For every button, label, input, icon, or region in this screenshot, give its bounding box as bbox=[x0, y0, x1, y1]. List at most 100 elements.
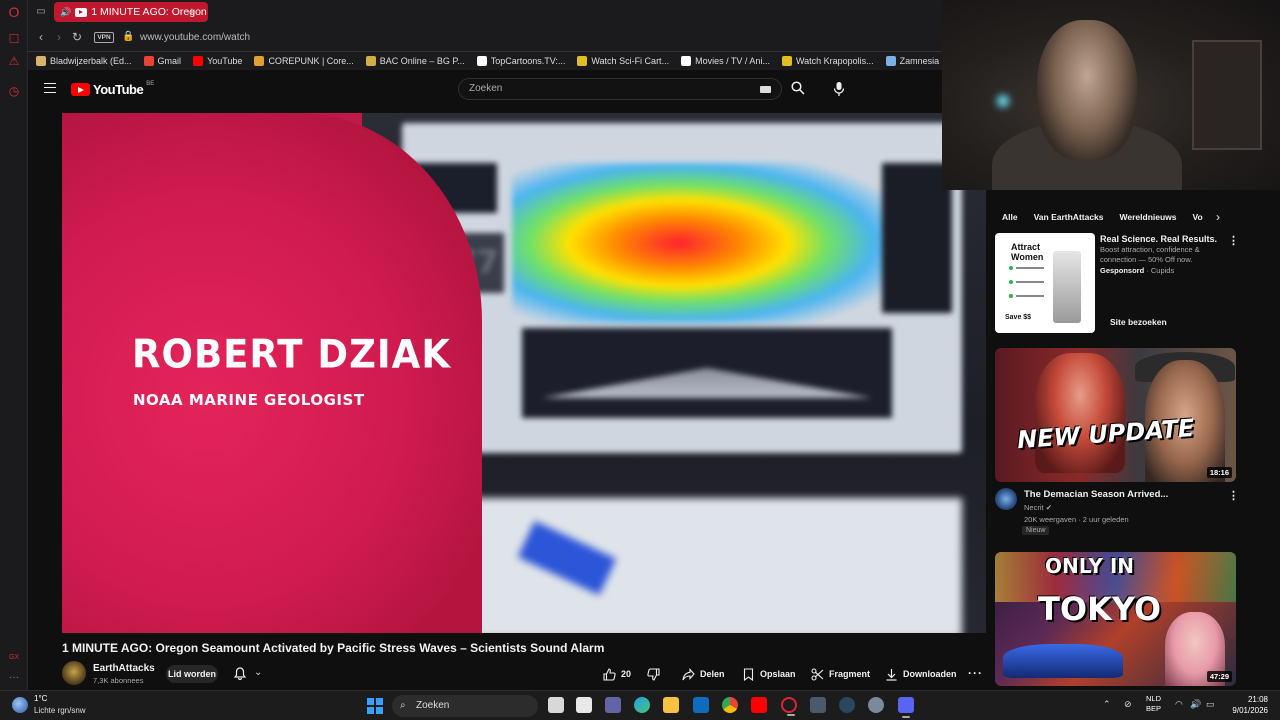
join-button[interactable]: Lid worden bbox=[166, 665, 218, 683]
gx-icon[interactable]: GX bbox=[7, 651, 21, 665]
workspace-icon[interactable]: ▭ bbox=[34, 5, 48, 19]
bookmark-item[interactable]: Bladwijzerbalk (Ed... bbox=[36, 56, 132, 66]
video-player[interactable]: 377 ROBERT DZIAK NOAA MARINE GEOLOGIST bbox=[62, 113, 986, 633]
video-thumbnail[interactable]: ONLY IN TOKYO 47:29 bbox=[995, 552, 1236, 686]
clip-button[interactable]: Fragment bbox=[811, 664, 870, 684]
bookmark-item[interactable]: COREPUNK | Core... bbox=[254, 56, 354, 66]
settings-icon[interactable] bbox=[868, 697, 884, 713]
chevron-down-icon[interactable]: ⌄ bbox=[254, 667, 262, 678]
task-view-icon[interactable] bbox=[548, 697, 564, 713]
ad-title[interactable]: Real Science. Real Results. bbox=[1100, 234, 1217, 244]
bookmark-item[interactable]: Watch Sci-Fi Cart... bbox=[577, 56, 669, 66]
search-icon[interactable] bbox=[791, 81, 805, 95]
filter-chip[interactable]: Vo bbox=[1193, 212, 1203, 222]
download-button[interactable]: Downloaden bbox=[885, 664, 957, 684]
tray-chevron-icon[interactable]: ⌃ bbox=[1103, 699, 1111, 710]
bookmark-item[interactable]: TopCartoons.TV:... bbox=[476, 56, 565, 66]
like-button[interactable]: 20 bbox=[603, 664, 631, 684]
opera-gx-icon[interactable] bbox=[781, 697, 797, 716]
bookmark-item[interactable]: YouTube bbox=[193, 56, 242, 66]
verified-icon: ✔ bbox=[1045, 503, 1052, 512]
bookmark-item[interactable]: BAC Online – BG P... bbox=[365, 56, 465, 66]
url-field[interactable]: www.youtube.com/watch bbox=[140, 32, 250, 43]
overlay-name: ROBERT DZIAK bbox=[132, 331, 451, 378]
weather-temperature[interactable]: 1°C bbox=[34, 694, 47, 703]
youtube-logo[interactable]: YouTube BE bbox=[71, 81, 154, 97]
share-label: Delen bbox=[700, 669, 725, 679]
ad-menu-icon[interactable]: ⋮ bbox=[1228, 234, 1239, 247]
taskbar-search[interactable]: ⌕ Zoeken bbox=[392, 695, 538, 717]
clock[interactable]: 21:08 9/01/2026 bbox=[1228, 694, 1268, 716]
filter-chip[interactable]: Van EarthAttacks bbox=[1034, 212, 1104, 222]
filter-chip[interactable]: Alle bbox=[1002, 212, 1018, 222]
language-indicator[interactable]: NLD BEP bbox=[1146, 694, 1161, 714]
teams-icon[interactable] bbox=[605, 697, 621, 713]
battery-icon[interactable]: ▭ bbox=[1206, 699, 1215, 710]
video-channel-name[interactable]: Necrit ✔ bbox=[1024, 503, 1052, 512]
bookmark-item[interactable]: Gmail bbox=[143, 56, 181, 66]
dislike-button[interactable] bbox=[647, 664, 660, 684]
clock-time: 21:08 bbox=[1247, 695, 1268, 704]
youtube-app-icon[interactable] bbox=[751, 697, 767, 713]
speaker-icon[interactable]: 🔊 bbox=[60, 7, 71, 18]
calculator-icon[interactable] bbox=[810, 697, 826, 713]
bookmark-item[interactable]: Movies / TV / Ani... bbox=[681, 56, 770, 66]
tab-active[interactable]: 🔊 1 MINUTE AGO: Oregon bbox=[54, 2, 208, 22]
volume-icon[interactable]: 🔊 bbox=[1190, 699, 1201, 710]
sponsored-label: Gesponsord bbox=[1100, 266, 1145, 275]
bookmark-item[interactable]: Watch Krapopolis... bbox=[781, 56, 874, 66]
ad-sponsored: Gesponsord · Cupids bbox=[1100, 266, 1174, 275]
video-channel-label: Necrit bbox=[1024, 503, 1044, 512]
bookmark-item[interactable]: Zamnesia | Het Be bbox=[885, 56, 942, 66]
more-icon[interactable]: ··· bbox=[7, 671, 21, 685]
filter-chips: Alle Van EarthAttacks Wereldnieuws Vo bbox=[1002, 208, 1203, 226]
ad-thumbnail[interactable]: Attract Women Save $$ bbox=[995, 233, 1095, 333]
lock-icon[interactable]: 🔒 bbox=[122, 31, 134, 42]
download-label: Downloaden bbox=[903, 669, 957, 679]
search-input[interactable]: Zoeken bbox=[458, 78, 782, 100]
share-button[interactable]: Delen bbox=[682, 664, 725, 684]
windows-start-icon[interactable] bbox=[367, 698, 383, 714]
forward-icon[interactable]: › bbox=[52, 30, 66, 44]
steam-icon[interactable] bbox=[839, 697, 855, 713]
network-icon[interactable]: ⊘ bbox=[1124, 699, 1132, 710]
wifi-icon[interactable]: ◠ bbox=[1175, 699, 1183, 710]
menu-icon[interactable] bbox=[44, 83, 56, 93]
aria-icon[interactable]: ⚠ bbox=[7, 54, 21, 68]
history-icon[interactable]: ◷ bbox=[7, 84, 21, 98]
weather-description[interactable]: Lichte rgn/snw bbox=[34, 706, 86, 715]
vpn-badge[interactable]: VPN bbox=[94, 32, 114, 43]
video-title-link[interactable]: The Demacian Season Arrived... bbox=[1024, 489, 1168, 500]
bell-icon[interactable] bbox=[234, 667, 246, 680]
opera-logo-icon[interactable]: O bbox=[7, 5, 21, 19]
reload-icon[interactable]: ↻ bbox=[70, 30, 84, 44]
tab-strip: ▭ 🔊 1 MINUTE AGO: Oregon + bbox=[28, 0, 942, 24]
store-icon[interactable] bbox=[576, 697, 592, 713]
video-thumbnail[interactable]: NEW UPDATE 18:16 bbox=[995, 348, 1236, 482]
play-icon bbox=[681, 56, 692, 66]
video-monitor-screen: 377 bbox=[402, 123, 962, 453]
bookmark-label: Watch Sci-Fi Cart... bbox=[591, 56, 670, 66]
channel-avatar[interactable] bbox=[995, 488, 1017, 510]
like-count: 20 bbox=[621, 669, 632, 679]
filter-chip[interactable]: Wereldnieuws bbox=[1120, 212, 1177, 222]
visit-site-button[interactable]: Site bezoeken bbox=[1102, 313, 1175, 331]
channel-avatar[interactable] bbox=[62, 661, 86, 685]
bag-icon[interactable]: ☐ bbox=[7, 32, 21, 46]
outlook-icon[interactable] bbox=[693, 697, 709, 713]
video-menu-icon[interactable]: ⋮ bbox=[1228, 489, 1239, 502]
new-tab-icon[interactable]: + bbox=[188, 4, 196, 19]
back-icon[interactable]: ‹ bbox=[34, 30, 48, 44]
weather-icon[interactable] bbox=[12, 697, 28, 713]
more-actions-icon[interactable]: ··· bbox=[968, 666, 983, 680]
channel-name[interactable]: EarthAttacks bbox=[93, 663, 155, 674]
chrome-icon[interactable] bbox=[722, 697, 738, 713]
file-explorer-icon[interactable] bbox=[663, 697, 679, 713]
edge-icon[interactable] bbox=[634, 697, 650, 713]
discord-icon[interactable] bbox=[898, 697, 914, 718]
opera-sidebar: O ☐ ⚠ ◷ GX ··· bbox=[0, 0, 28, 690]
save-button[interactable]: Opslaan bbox=[742, 664, 796, 684]
chevron-right-icon[interactable]: › bbox=[1216, 210, 1220, 224]
keyboard-icon[interactable] bbox=[760, 86, 771, 93]
microphone-icon[interactable] bbox=[833, 81, 845, 97]
